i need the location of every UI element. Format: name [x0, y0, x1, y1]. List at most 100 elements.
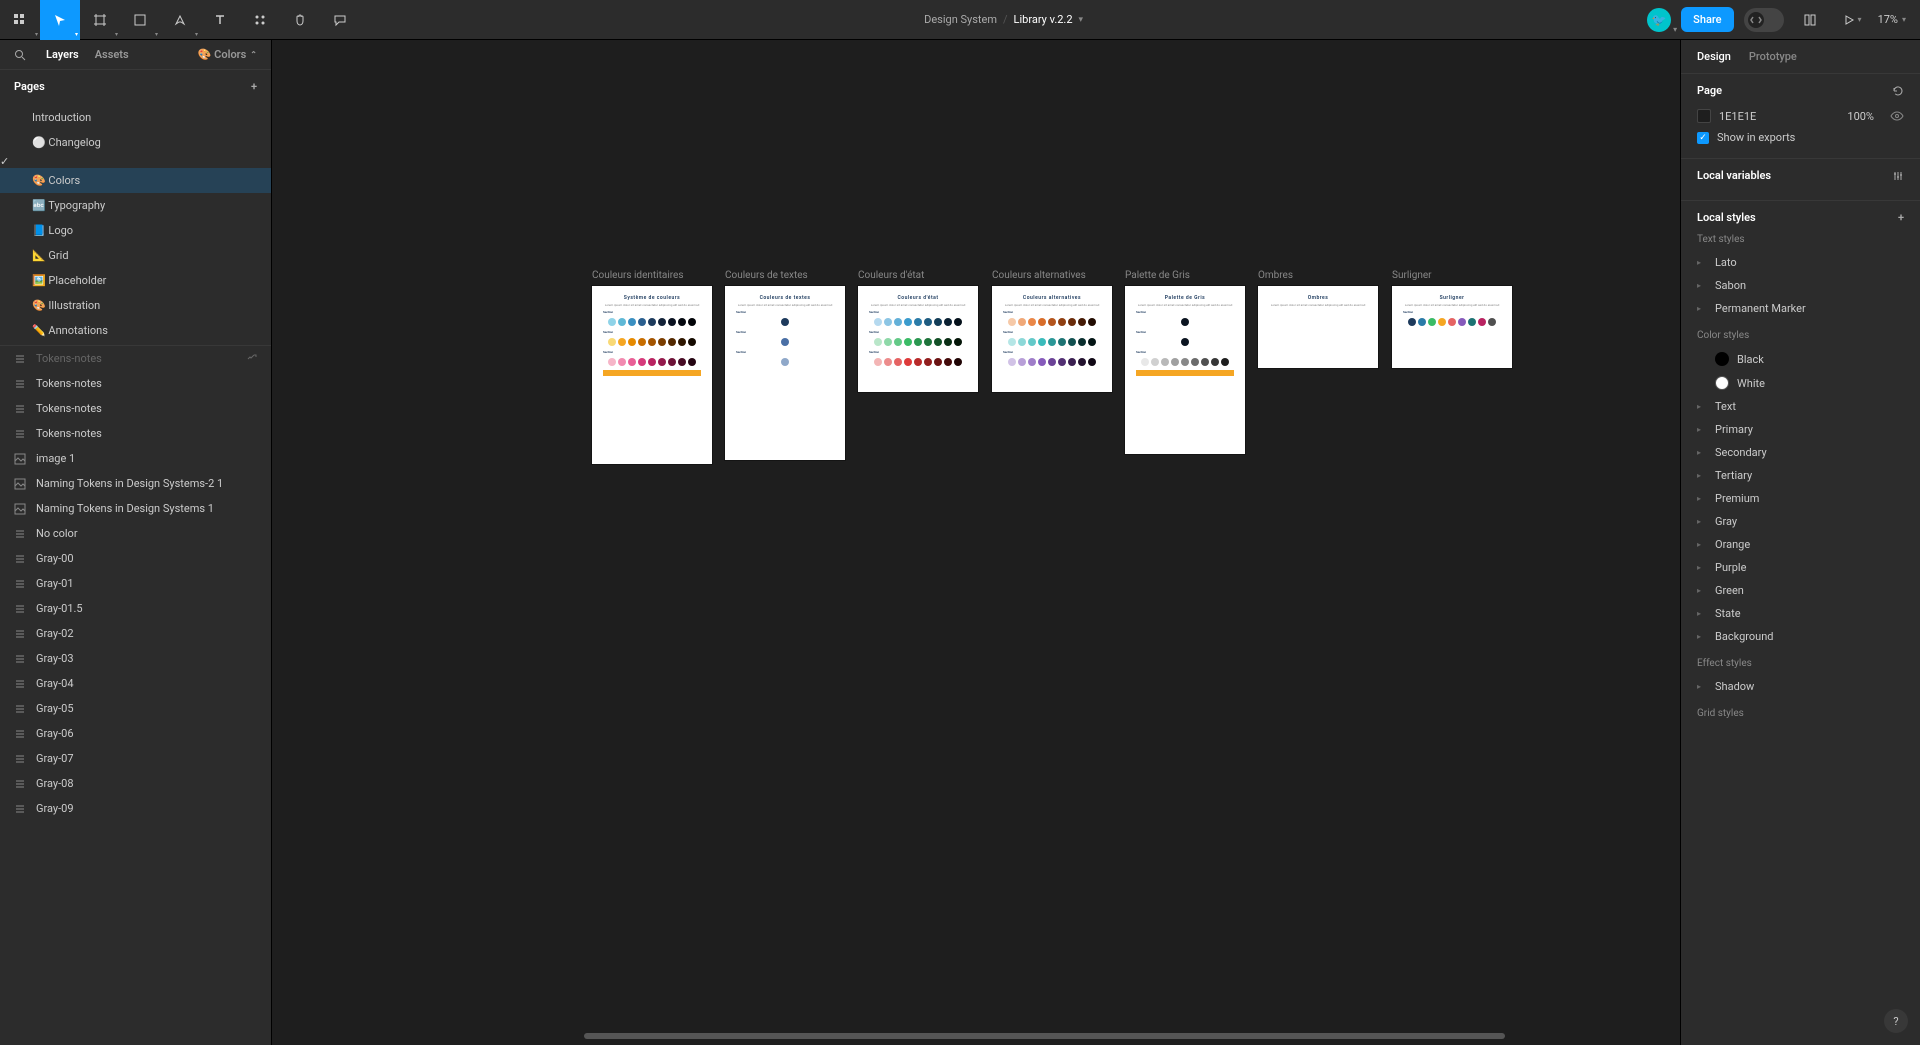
layer-item[interactable]: Gray-00	[0, 546, 271, 571]
move-tool[interactable]: ▾	[40, 0, 80, 40]
main-menu[interactable]: ▾	[0, 0, 40, 40]
present-icon[interactable]: ▾	[1836, 4, 1868, 36]
local-styles-label: Local styles	[1697, 211, 1756, 224]
rotate-icon[interactable]	[1892, 85, 1904, 97]
canvas-frame[interactable]: Couleurs de textesCouleurs de textesLore…	[725, 286, 845, 460]
frame-label[interactable]: Couleurs alternatives	[992, 270, 1086, 281]
layer-item[interactable]: No color	[0, 521, 271, 546]
layer-item[interactable]: Tokens-notes	[0, 371, 271, 396]
text-tool[interactable]	[200, 0, 240, 40]
checkbox-checked[interactable]: ✓	[1697, 132, 1709, 144]
tab-prototype[interactable]: Prototype	[1749, 50, 1797, 63]
tab-assets[interactable]: Assets	[95, 48, 129, 61]
layer-item[interactable]: Gray-09	[0, 796, 271, 821]
frame-label[interactable]: Couleurs de textes	[725, 270, 808, 281]
page-item[interactable]: Introduction	[0, 105, 271, 130]
color-style-item[interactable]: ▸Secondary	[1697, 441, 1904, 464]
scrollbar-thumb[interactable]	[584, 1033, 1505, 1039]
color-style-item[interactable]: ▸Primary	[1697, 418, 1904, 441]
color-style-item[interactable]: ▸State	[1697, 602, 1904, 625]
comment-tool[interactable]	[320, 0, 360, 40]
variables-settings-icon[interactable]	[1892, 170, 1904, 182]
color-style-item[interactable]: White	[1697, 371, 1904, 395]
layer-item[interactable]: Tokens-notes	[0, 346, 271, 371]
layer-item[interactable]: Gray-01.5	[0, 596, 271, 621]
add-style-button[interactable]: +	[1898, 211, 1904, 224]
canvas[interactable]: SurlignerSurlignerLorem ipsum dolor sit …	[272, 40, 1680, 1045]
layer-item[interactable]: Naming Tokens in Design Systems 1	[0, 496, 271, 521]
canvas-frame[interactable]: OmbresOmbresLorem ipsum dolor sit amet c…	[1258, 286, 1378, 368]
shape-tool[interactable]: ▾	[120, 0, 160, 40]
goto-icon[interactable]	[245, 353, 257, 365]
share-button[interactable]: Share	[1681, 7, 1733, 32]
layer-item[interactable]: image 1	[0, 446, 271, 471]
color-style-item[interactable]: ▸Tertiary	[1697, 464, 1904, 487]
tab-design[interactable]: Design	[1697, 50, 1731, 63]
avatar[interactable]: 🐦▾	[1647, 8, 1671, 32]
search-icon[interactable]	[14, 49, 26, 61]
page-item[interactable]: 🖼️ Placeholder	[0, 268, 271, 293]
pen-tool[interactable]: ▾	[160, 0, 200, 40]
page-item[interactable]: 🔤 Typography	[0, 193, 271, 218]
canvas-frame[interactable]: Couleurs d'étatCouleurs d'étatLorem ipsu…	[858, 286, 978, 392]
layer-item[interactable]: Gray-02	[0, 621, 271, 646]
layer-label: Gray-07	[36, 752, 74, 765]
frame-label[interactable]: Palette de Gris	[1125, 270, 1190, 281]
library-icon[interactable]	[1794, 4, 1826, 36]
color-style-item[interactable]: ▸Green	[1697, 579, 1904, 602]
tab-layers[interactable]: Layers	[46, 48, 79, 61]
layer-item[interactable]: Gray-04	[0, 671, 271, 696]
text-style-item[interactable]: ▸Permanent Marker	[1697, 297, 1904, 320]
canvas-frame[interactable]: Couleurs identitairesSystème de couleurs…	[592, 286, 712, 464]
color-swatch	[1715, 376, 1729, 390]
canvas-frame[interactable]: Couleurs alternativesCouleurs alternativ…	[992, 286, 1112, 392]
background-color-row[interactable]: 1E1E1E 100%	[1697, 105, 1904, 127]
layer-item[interactable]: Gray-01	[0, 571, 271, 596]
help-button[interactable]: ?	[1884, 1009, 1908, 1033]
page-item[interactable]: 🎨 Colors	[0, 168, 271, 193]
layer-item[interactable]: Tokens-notes	[0, 421, 271, 446]
layer-item[interactable]: Gray-05	[0, 696, 271, 721]
color-swatch	[638, 318, 646, 326]
file-breadcrumb[interactable]: Design System / Library v.2.2 ▾	[360, 13, 1647, 26]
page-item[interactable]: 📐 Grid	[0, 243, 271, 268]
layer-item[interactable]: Gray-07	[0, 746, 271, 771]
frame-label[interactable]: Couleurs identitaires	[592, 270, 684, 281]
page-item[interactable]: ✏️ Annotations	[0, 318, 271, 343]
color-style-item[interactable]: ▸Orange	[1697, 533, 1904, 556]
canvas-frame[interactable]: SurlignerSurlignerLorem ipsum dolor sit …	[1392, 286, 1512, 368]
color-style-item[interactable]: ▸Gray	[1697, 510, 1904, 533]
frame-label[interactable]: Surligner	[1392, 270, 1432, 281]
frame-label[interactable]: Couleurs d'état	[858, 270, 924, 281]
color-style-item[interactable]: ▸Text	[1697, 395, 1904, 418]
color-style-item[interactable]: Black	[1697, 347, 1904, 371]
page-item[interactable]: ⚪ Changelog	[0, 130, 271, 155]
eye-icon[interactable]	[1890, 109, 1904, 123]
page-item[interactable]: 📘 Logo	[0, 218, 271, 243]
resources-tool[interactable]	[240, 0, 280, 40]
layer-item[interactable]: Gray-08	[0, 771, 271, 796]
color-style-item[interactable]: ▸Background	[1697, 625, 1904, 648]
canvas-frame[interactable]: Palette de GrisPalette de GrisLorem ipsu…	[1125, 286, 1245, 454]
horizontal-scrollbar[interactable]	[584, 1033, 1668, 1039]
page-selector[interactable]: 🎨 Colors ⌃	[198, 48, 257, 61]
text-style-item[interactable]: ▸Lato	[1697, 251, 1904, 274]
dev-mode-toggle[interactable]	[1744, 8, 1784, 32]
page-item[interactable]: 🎨 Illustration	[0, 293, 271, 318]
text-style-item[interactable]: ▸Sabon	[1697, 274, 1904, 297]
layer-item[interactable]: Gray-03	[0, 646, 271, 671]
add-page-button[interactable]: +	[251, 80, 257, 93]
color-style-item[interactable]: ▸Purple	[1697, 556, 1904, 579]
zoom-control[interactable]: 17% ▾	[1878, 13, 1906, 26]
hand-tool[interactable]	[280, 0, 320, 40]
chevron-down-icon[interactable]: ▾	[1079, 15, 1084, 25]
layer-item[interactable]: Naming Tokens in Design Systems-2 1	[0, 471, 271, 496]
color-swatch	[1468, 318, 1476, 326]
color-style-item[interactable]: ▸Premium	[1697, 487, 1904, 510]
show-in-exports-row[interactable]: ✓ Show in exports	[1697, 127, 1904, 148]
layer-item[interactable]: Tokens-notes	[0, 396, 271, 421]
layer-item[interactable]: Gray-06	[0, 721, 271, 746]
effect-style-item[interactable]: ▸Shadow	[1697, 675, 1904, 698]
frame-label[interactable]: Ombres	[1258, 270, 1293, 281]
frame-tool[interactable]: ▾	[80, 0, 120, 40]
